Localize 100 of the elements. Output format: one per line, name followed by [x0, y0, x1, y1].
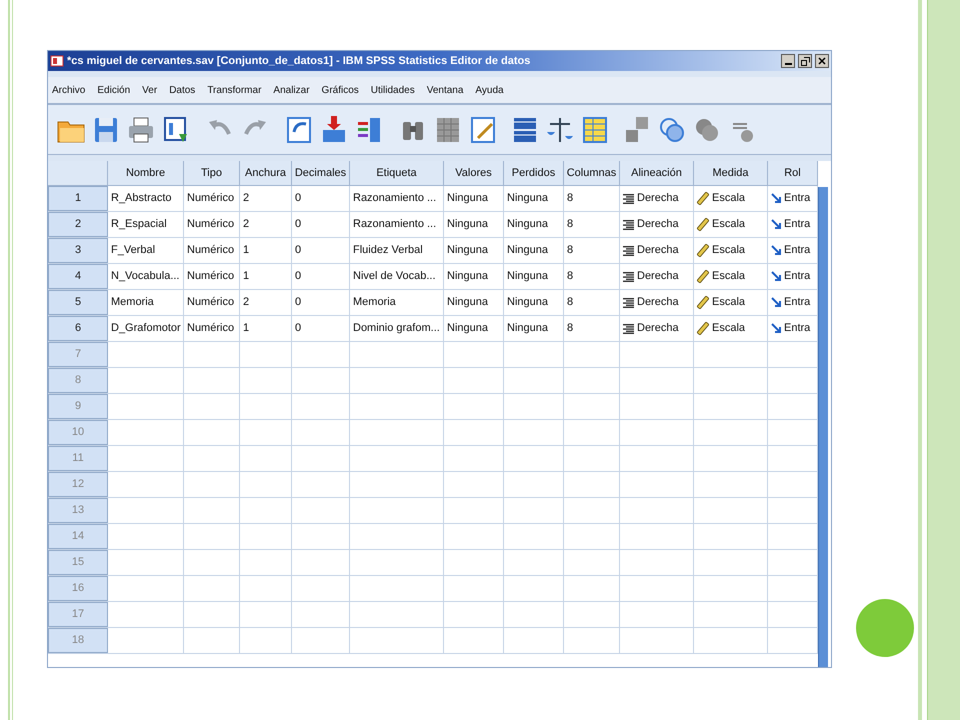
align-right-icon	[623, 298, 634, 308]
table-cell: Ninguna	[444, 238, 504, 263]
table-cell: Derecha	[620, 290, 694, 315]
menu-item[interactable]: Ayuda	[475, 82, 504, 98]
table-cell: 0	[292, 238, 350, 263]
table-cell: Ninguna	[444, 186, 504, 211]
close-icon	[818, 57, 826, 65]
table-cell: 0	[292, 316, 350, 341]
table-cell: Ninguna	[504, 238, 564, 263]
table-cell: Numérico	[184, 238, 240, 263]
table-cell: Derecha	[620, 186, 694, 211]
table-cell: Numérico	[184, 290, 240, 315]
menu-item[interactable]: Ventana	[426, 82, 464, 98]
column-header[interactable]: Valores	[444, 161, 504, 185]
table-cell: N_Vocabula...	[108, 264, 184, 289]
row-header[interactable]: 3	[48, 238, 108, 263]
table-cell: 2	[240, 212, 292, 237]
close-button[interactable]	[815, 54, 829, 68]
table-cell: 2	[240, 186, 292, 211]
column-header[interactable]: Medida	[694, 161, 768, 185]
table-cell: Escala	[694, 186, 768, 211]
menu-item[interactable]: Edición	[97, 82, 130, 98]
table-cell: Derecha	[620, 238, 694, 263]
table-cell: Ninguna	[504, 212, 564, 237]
table-cell: Escala	[694, 264, 768, 289]
table-cell: Escala	[694, 316, 768, 341]
minimize-icon	[784, 63, 792, 65]
align-right-icon	[623, 324, 634, 334]
column-header[interactable]: Anchura	[240, 161, 292, 185]
row-header[interactable]: 4	[48, 264, 108, 289]
table-cell: Escala	[694, 212, 768, 237]
ruler-icon	[697, 192, 709, 205]
row-header[interactable]: 1	[48, 186, 108, 211]
ruler-icon	[697, 296, 709, 309]
column-header[interactable]: Rol	[768, 161, 818, 185]
table-cell: Memoria	[350, 290, 444, 315]
table-cell: Ninguna	[444, 264, 504, 289]
menu-item[interactable]: Datos	[169, 82, 196, 98]
table-cell: Memoria	[108, 290, 184, 315]
table-cell: Numérico	[184, 212, 240, 237]
table-cell: 0	[292, 212, 350, 237]
table-cell: Escala	[694, 238, 768, 263]
table-cell: 1	[240, 316, 292, 341]
table-cell: Fluidez Verbal	[350, 238, 444, 263]
arrow-icon	[771, 297, 781, 308]
table-cell: 2	[240, 290, 292, 315]
table-cell: Ninguna	[504, 264, 564, 289]
restore-icon	[800, 56, 810, 66]
table-cell: 8	[564, 238, 620, 263]
table-cell: Derecha	[620, 212, 694, 237]
table-cell: Numérico	[184, 264, 240, 289]
table-cell: Razonamiento ...	[350, 186, 444, 211]
row-header[interactable]: 6	[48, 316, 108, 341]
table-cell: 1	[240, 238, 292, 263]
ruler-icon	[697, 270, 709, 283]
scrollbar[interactable]	[818, 187, 828, 667]
table-cell: Ninguna	[444, 212, 504, 237]
restore-button[interactable]	[798, 54, 812, 68]
column-header[interactable]: Etiqueta	[350, 161, 444, 185]
table-cell: Dominio grafom...	[350, 316, 444, 341]
table-cell: 0	[292, 186, 350, 211]
arrow-icon	[771, 219, 781, 230]
table-cell: Ninguna	[504, 290, 564, 315]
table-cell: D_Grafomotor	[108, 316, 184, 341]
arrow-icon	[771, 271, 781, 282]
table-cell: Escala	[694, 290, 768, 315]
table-cell: 8	[564, 186, 620, 211]
column-header[interactable]: Decimales	[292, 161, 350, 185]
column-header[interactable]: Nombre	[108, 161, 184, 185]
menu-item[interactable]: Analizar	[273, 82, 310, 98]
table-cell: Numérico	[184, 186, 240, 211]
arrow-icon	[771, 323, 781, 334]
menu-item[interactable]: Utilidades	[370, 82, 415, 98]
table-cell: Derecha	[620, 264, 694, 289]
table-cell: R_Espacial	[108, 212, 184, 237]
row-header[interactable]: 2	[48, 212, 108, 237]
table-cell: 8	[564, 290, 620, 315]
column-header[interactable]: Perdidos	[504, 161, 564, 185]
menu-item[interactable]: Ver	[142, 82, 158, 98]
align-right-icon	[623, 220, 634, 230]
column-header[interactable]: Tipo	[184, 161, 240, 185]
table-cell: 0	[292, 264, 350, 289]
menu-item[interactable]: Gráficos	[322, 82, 359, 98]
table-cell: Ninguna	[444, 290, 504, 315]
align-right-icon	[623, 272, 634, 282]
ruler-icon	[697, 218, 709, 231]
ruler-icon	[697, 322, 709, 335]
column-header[interactable]: Alineación	[620, 161, 694, 185]
align-right-icon	[623, 246, 634, 256]
table-cell: Ninguna	[504, 316, 564, 341]
minimize-button[interactable]	[781, 54, 795, 68]
table-cell: 1	[240, 264, 292, 289]
table-cell: 8	[564, 316, 620, 341]
column-header[interactable]: Columnas	[564, 161, 620, 185]
menu-item[interactable]: Archivo	[52, 82, 86, 98]
align-right-icon	[623, 194, 634, 204]
table-cell: 0	[292, 290, 350, 315]
row-header[interactable]: 5	[48, 290, 108, 315]
menu-item[interactable]: Transformar	[207, 82, 262, 98]
table-cell: 8	[564, 264, 620, 289]
